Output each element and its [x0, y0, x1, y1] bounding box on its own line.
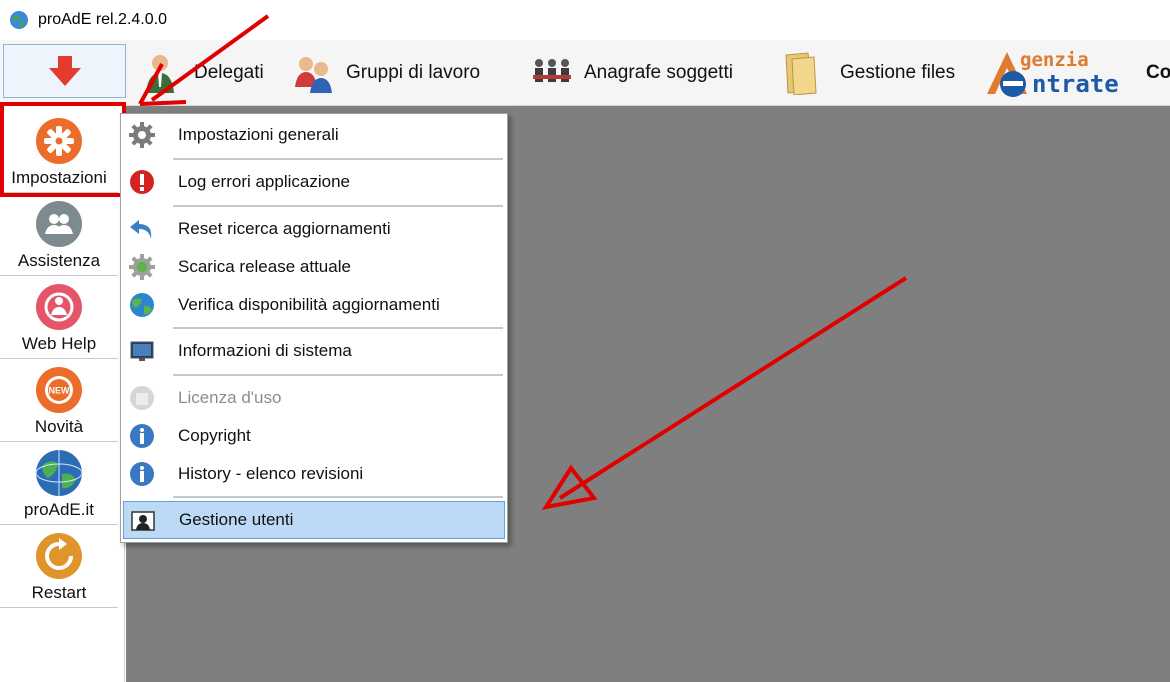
people-registry-icon	[533, 59, 571, 82]
menu-item-log-errori[interactable]: Log errori applicazione	[123, 164, 505, 200]
download-gear-icon	[129, 254, 155, 280]
globe-icon	[130, 293, 154, 317]
sidebar: Impostazioni Assistenza Web Help NEW Nov…	[0, 106, 125, 682]
toolbar-gruppi-button[interactable]: Gruppi di lavoro	[292, 48, 480, 98]
menu-item-informazioni-sistema[interactable]: Informazioni di sistema	[123, 333, 505, 369]
menu-item-history[interactable]: History - elenco revisioni	[123, 456, 505, 492]
support-people-icon	[36, 201, 82, 247]
menu-item-scarica-release[interactable]: Scarica release attuale	[123, 249, 505, 285]
impostazioni-dropdown-menu: Impostazioni generali Log errori applica…	[120, 113, 508, 543]
title-bar: proAdE rel.2.4.0.0	[0, 0, 1170, 40]
menu-item-licenza-uso: Licenza d'uso	[123, 380, 505, 416]
gear-icon	[129, 122, 155, 148]
menu-item-impostazioni-generali[interactable]: Impostazioni generali	[123, 117, 505, 153]
error-icon	[130, 170, 154, 194]
logo-text-agenzia: genzia	[1020, 49, 1089, 71]
restart-icon	[36, 533, 82, 579]
globe-icon	[35, 450, 83, 496]
monitor-icon	[130, 341, 154, 361]
toolbar-anagrafe-button[interactable]: Anagrafe soggetti	[530, 48, 733, 98]
info-icon	[130, 462, 154, 486]
web-help-icon	[36, 284, 82, 330]
sidebar-item-impostazioni[interactable]: Impostazioni	[0, 110, 118, 193]
new-badge-icon: NEW	[36, 367, 82, 413]
sidebar-item-novita[interactable]: NEW Novità	[0, 359, 118, 442]
menu-separator	[173, 327, 503, 329]
menu-item-verifica-aggiornamenti[interactable]: Verifica disponibilità aggiornamenti	[123, 287, 505, 323]
user-management-icon	[131, 511, 155, 531]
delegate-person-icon	[146, 55, 174, 93]
license-icon	[130, 386, 154, 410]
settings-gear-icon	[36, 118, 82, 164]
arrow-down-icon	[48, 56, 81, 86]
menu-item-reset-ricerca[interactable]: Reset ricerca aggiornamenti	[123, 211, 505, 247]
collapse-sidebar-button[interactable]	[3, 44, 126, 98]
menu-separator	[173, 496, 503, 498]
window-title: proAdE rel.2.4.0.0	[38, 11, 167, 28]
menu-separator	[173, 158, 503, 160]
menu-separator	[173, 205, 503, 207]
toolbar-delegati-button[interactable]: Delegati	[140, 48, 264, 98]
sidebar-item-restart[interactable]: Restart	[0, 525, 118, 608]
sidebar-item-assistenza[interactable]: Assistenza	[0, 193, 118, 276]
menu-separator	[173, 374, 503, 376]
logo-text-entrate: ntrate	[1032, 70, 1119, 98]
group-people-icon	[295, 57, 332, 93]
sidebar-item-web-help[interactable]: Web Help	[0, 276, 118, 359]
toolbar-gestione-files-button[interactable]: Gestione files	[778, 48, 955, 98]
globe-icon	[10, 11, 28, 29]
new-badge-text: NEW	[49, 386, 71, 396]
folder-icon	[785, 52, 817, 95]
menu-item-copyright[interactable]: Copyright	[123, 418, 505, 454]
info-icon	[130, 424, 154, 448]
undo-arrow-icon	[130, 220, 152, 239]
menu-item-gestione-utenti[interactable]: Gestione utenti	[123, 501, 505, 539]
sidebar-item-proade-it[interactable]: proAdE.it	[0, 442, 118, 525]
toolbar-truncated-item[interactable]: Co	[1146, 62, 1170, 84]
